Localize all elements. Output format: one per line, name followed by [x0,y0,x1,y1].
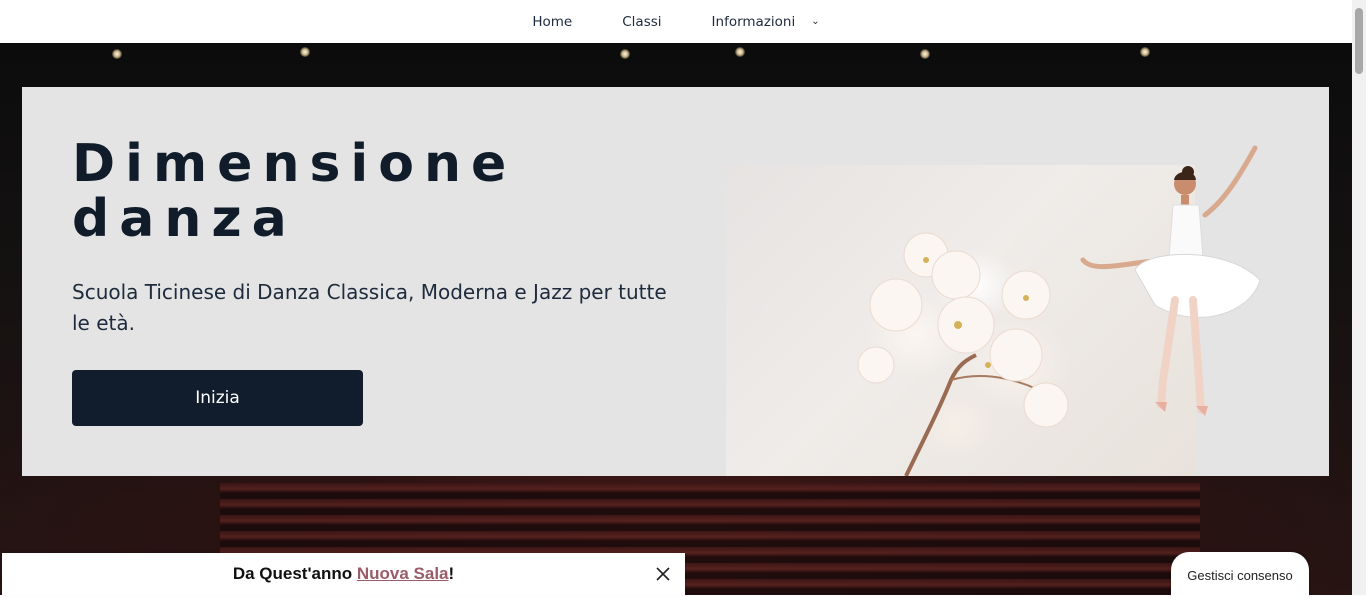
announcement-banner: Da Quest'anno Nuova Sala! [2,553,685,595]
close-icon[interactable] [655,566,671,582]
nav-informazioni[interactable]: Informazioni ⌄ [712,14,820,30]
stage-light [920,49,930,59]
scrollbar[interactable] [1352,0,1366,595]
scrollbar-thumb[interactable] [1355,8,1363,74]
manage-consent-button[interactable]: Gestisci consenso [1171,552,1309,598]
top-navigation: Home Classi Informazioni ⌄ [0,0,1352,43]
page-title: Dimensione danza [72,134,517,249]
nav-home[interactable]: Home [532,14,572,30]
new-room-link[interactable]: Nuova Sala [357,564,449,583]
chevron-down-icon[interactable]: ⌄ [811,16,819,27]
nav-classi[interactable]: Classi [622,14,661,30]
stage-light [735,47,745,57]
ballerina-image [1075,140,1275,425]
manage-consent-label: Gestisci consenso [1187,567,1293,583]
banner-prefix: Da Quest'anno [232,564,357,583]
nav-informazioni-label: Informazioni [711,13,796,30]
start-button[interactable]: Inizia [72,370,363,426]
banner-text: Da Quest'anno Nuova Sala! [233,564,454,584]
banner-suffix: ! [448,564,455,583]
stage-light [1140,47,1150,57]
stage-light [620,49,630,59]
hero-subtitle: Scuola Ticinese di Danza Classica, Moder… [72,280,667,335]
stage-light [112,49,122,59]
stage-light [300,47,310,57]
